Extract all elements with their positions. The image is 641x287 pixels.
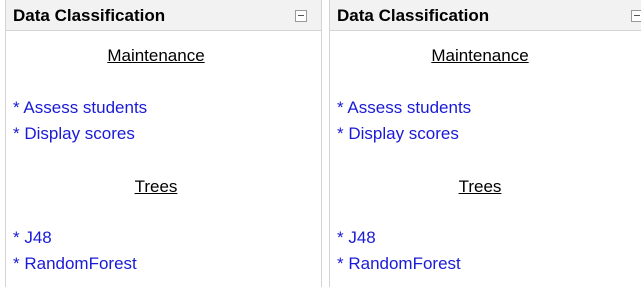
block-body: Maintenance * Assess students * Display … [6, 31, 321, 287]
link-j48[interactable]: * J48 [337, 228, 376, 248]
link-assess-students[interactable]: * Assess students [337, 98, 471, 118]
data-classification-block: Data Classification Maintenance * Assess… [5, 0, 322, 287]
link-assess-students[interactable]: * Assess students [13, 98, 147, 118]
block-header: Data Classification [330, 0, 641, 31]
link-display-scores[interactable]: * Display scores [13, 124, 135, 144]
link-randomforest[interactable]: * RandomForest [337, 254, 461, 274]
data-classification-block: Data Classification Maintenance * Assess… [329, 0, 641, 287]
block-title: Data Classification [337, 6, 490, 25]
block-header: Data Classification [6, 0, 321, 31]
link-display-scores[interactable]: * Display scores [337, 124, 459, 144]
link-randomforest[interactable]: * RandomForest [13, 254, 137, 274]
block-body: Maintenance * Assess students * Display … [330, 31, 641, 287]
section-heading-maintenance: Maintenance [431, 46, 529, 65]
collapse-icon[interactable] [631, 10, 641, 22]
section-heading-maintenance: Maintenance [107, 46, 205, 65]
section-heading-trees: Trees [458, 177, 502, 196]
collapse-icon[interactable] [295, 10, 307, 22]
section-heading-trees: Trees [134, 177, 178, 196]
block-title: Data Classification [13, 6, 166, 25]
link-j48[interactable]: * J48 [13, 228, 52, 248]
